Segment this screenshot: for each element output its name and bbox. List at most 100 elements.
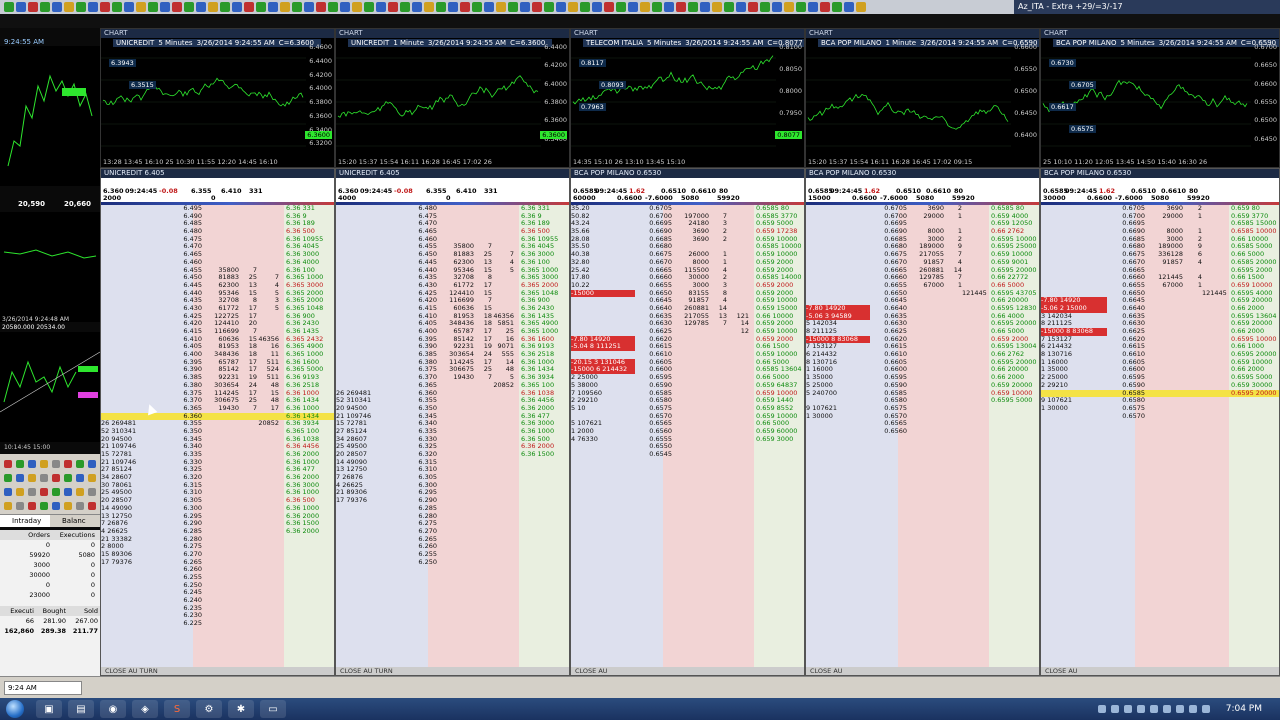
tool-icon[interactable] <box>88 474 96 482</box>
tool-icon[interactable] <box>64 474 72 482</box>
ladder-row[interactable]: 1 30000 0.6575 <box>1041 404 1279 413</box>
toolbar-button-icon[interactable] <box>652 2 662 12</box>
toolbar-button-icon[interactable] <box>760 2 770 12</box>
table-row[interactable]: 23000 0 <box>0 590 100 600</box>
toolbar-button-icon[interactable] <box>112 2 122 12</box>
tool-icon[interactable] <box>76 488 84 496</box>
tool-icon[interactable] <box>28 488 36 496</box>
toolbar-button-icon[interactable] <box>808 2 818 12</box>
toolbar-button-icon[interactable] <box>268 2 278 12</box>
chart-panel[interactable]: CHART TELECOM ITALIA 5 Minutes 3/26/2014 9:… <box>570 28 805 168</box>
ladder-row[interactable]: 15 89306 6.270 <box>101 550 334 559</box>
toolbar-button-icon[interactable] <box>712 2 722 12</box>
toolbar-button-icon[interactable] <box>88 2 98 12</box>
toolbar-button-icon[interactable] <box>316 2 326 12</box>
tool-icon[interactable] <box>88 502 96 510</box>
toolbar-button-icon[interactable] <box>4 2 14 12</box>
chart-panel[interactable]: CHART UNICREDIT 1 Minute 3/26/2014 9:24:55 … <box>335 28 570 168</box>
toolbar-button-icon[interactable] <box>472 2 482 12</box>
toolbar-button-icon[interactable] <box>52 2 62 12</box>
ladder-row[interactable]: 6.275 <box>336 519 569 528</box>
toolbar-button-icon[interactable] <box>148 2 158 12</box>
toolbar-button-icon[interactable] <box>28 2 38 12</box>
ladder-row[interactable]: 0.6545 <box>571 450 804 459</box>
tab-intraday[interactable]: Intraday <box>0 515 50 527</box>
table-row[interactable]: 00 <box>0 540 100 550</box>
toolbar-button-icon[interactable] <box>208 2 218 12</box>
ladder-row[interactable]: 13 12750 6.310 <box>336 466 569 474</box>
toolbar-button-icon[interactable] <box>508 2 518 12</box>
tool-icon[interactable] <box>4 474 12 482</box>
toolbar-button-icon[interactable] <box>664 2 674 12</box>
ladder-row[interactable]: 0.6560 <box>806 427 1039 436</box>
ladder-row[interactable]: 6.230 <box>101 612 334 620</box>
depth-ladder[interactable]: 35.20 0.6705 50.82 0.6700 197000 7 43.24 0.6695… <box>571 204 804 675</box>
tool-icon[interactable] <box>76 474 84 482</box>
ladder-row[interactable]: 6.250 <box>101 581 334 590</box>
toolbar-button-icon[interactable] <box>604 2 614 12</box>
toolbar-button-icon[interactable] <box>376 2 386 12</box>
tool-icon[interactable] <box>4 488 12 496</box>
toolbar-button-icon[interactable] <box>724 2 734 12</box>
toolbar-button-icon[interactable] <box>304 2 314 12</box>
ladder-row[interactable]: 9 107621 0.6580 <box>1041 396 1279 405</box>
ladder-row[interactable]: 0.6565 <box>806 420 1039 428</box>
toolbar-button-icon[interactable] <box>328 2 338 12</box>
taskbar-explorer-icon[interactable]: ▣ <box>36 700 62 718</box>
depth-ladder[interactable]: 6.495 6.490 6.485 6.480 6.475 6.470 6.465 6.460… <box>101 204 334 675</box>
toolbar-button-icon[interactable] <box>172 2 182 12</box>
taskbar-network-icon[interactable]: ✱ <box>228 700 254 718</box>
toolbar-button-icon[interactable] <box>256 2 266 12</box>
toolbar-button-icon[interactable] <box>364 2 374 12</box>
taskbar-folder-icon[interactable]: ▤ <box>68 700 94 718</box>
ladder-row[interactable]: 6.280 <box>336 512 569 521</box>
toolbar-button-icon[interactable] <box>496 2 506 12</box>
tray-icon[interactable] <box>1163 705 1171 713</box>
toolbar-button-icon[interactable] <box>412 2 422 12</box>
ladder-row[interactable]: 17 79376 6.290 <box>336 496 569 505</box>
toolbar-button-icon[interactable] <box>520 2 530 12</box>
tool-icon[interactable] <box>4 502 12 510</box>
ladder-row[interactable]: 6.260 <box>101 566 334 574</box>
tool-icon[interactable] <box>64 460 72 468</box>
tray-icon[interactable] <box>1176 705 1184 713</box>
table-row[interactable]: 00 <box>0 580 100 590</box>
toolbar-button-icon[interactable] <box>340 2 350 12</box>
tab-balance[interactable]: Balanc <box>50 515 100 527</box>
taskbar-clock[interactable]: 7:04 PM <box>1226 698 1262 720</box>
tool-icon[interactable] <box>64 488 72 496</box>
order-book-panel[interactable]: UNICREDIT 6.405 6.360 09:24:45 -0.08 6.355 6.… <box>100 168 335 676</box>
ladder-row[interactable]: 7 26876 6.305 <box>336 473 569 482</box>
ladder-row[interactable]: 6.285 <box>336 504 569 513</box>
taskbar-gear-icon[interactable]: ⚙ <box>196 700 222 718</box>
ladder-row[interactable]: 1 30000 0.6570 <box>806 412 1039 421</box>
ladder-row[interactable]: 14 49090 6.315 <box>336 458 569 467</box>
ladder-row[interactable]: 6.255 <box>336 550 569 559</box>
tool-icon[interactable] <box>40 488 48 496</box>
toolbar-button-icon[interactable] <box>736 2 746 12</box>
taskbar-app-icon[interactable]: ◈ <box>132 700 158 718</box>
price-chart-plot[interactable] <box>1041 38 1251 160</box>
chart-panel[interactable]: CHART UNICREDIT 5 Minutes 3/26/2014 9:24:55… <box>100 28 335 168</box>
toolbar-button-icon[interactable] <box>688 2 698 12</box>
ladder-row[interactable]: 6.260 <box>336 543 569 551</box>
toolbar-button-icon[interactable] <box>628 2 638 12</box>
toolbar-button-icon[interactable] <box>184 2 194 12</box>
ladder-row[interactable]: 6.270 <box>336 527 569 536</box>
tool-icon[interactable] <box>52 488 60 496</box>
toolbar-button-icon[interactable] <box>532 2 542 12</box>
tool-icon[interactable] <box>28 502 36 510</box>
toolbar-button-icon[interactable] <box>136 2 146 12</box>
tool-icon[interactable] <box>40 474 48 482</box>
ladder-row[interactable]: 6.245 <box>101 589 334 597</box>
depth-ladder[interactable]: 0.6705 3690 2 0.6700 29000 1 0.6695 0.6690 8000 1… <box>806 204 1039 675</box>
order-book-panel[interactable]: BCA POP MILANO 0.6530 0.6585 09:24:45 1.62 0… <box>805 168 1040 676</box>
order-book-panel[interactable]: BCA POP MILANO 0.6530 0.6585 09:24:45 1.62 0… <box>1040 168 1280 676</box>
tool-icon[interactable] <box>76 502 84 510</box>
ladder-row[interactable]: 17 79376 6.265 <box>101 558 334 567</box>
toolbar-button-icon[interactable] <box>460 2 470 12</box>
toolbar-button-icon[interactable] <box>772 2 782 12</box>
tool-icon[interactable] <box>88 460 96 468</box>
tool-icon[interactable] <box>40 502 48 510</box>
tool-icon[interactable] <box>28 474 36 482</box>
